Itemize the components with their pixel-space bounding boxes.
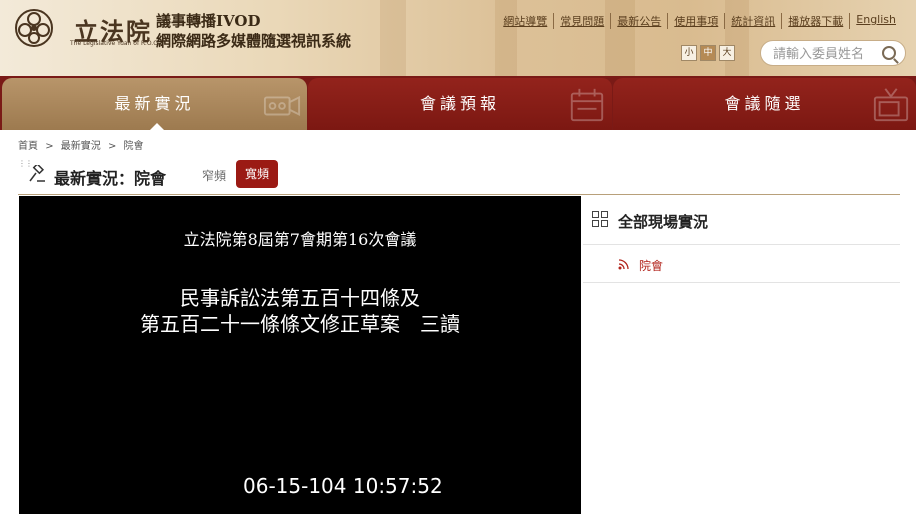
tab-live-label: 最新實況 xyxy=(114,94,195,113)
link-faq[interactable]: 常見問題 xyxy=(553,13,610,29)
top-links: 網站導覽 常見問題 最新公告 使用事項 統計資訊 播放器下載 English xyxy=(497,13,902,29)
link-latest-news[interactable]: 最新公告 xyxy=(610,13,667,29)
search-icon[interactable] xyxy=(882,46,896,60)
member-search-input[interactable] xyxy=(771,44,880,64)
page-heading: ⋮⋮ 最新實況：院會 窄頻 寬頻 xyxy=(18,158,900,195)
breadcrumb-latest-live[interactable]: 最新實況 xyxy=(61,141,101,152)
breadcrumb-home[interactable]: 首頁 xyxy=(18,141,38,152)
live-video-player[interactable]: 立法院第8屆第7會期第16次會議 民事訴訟法第五百十四條及 第五百二十一條條文修… xyxy=(19,196,581,514)
font-size-switcher: 小 中 大 xyxy=(681,45,735,61)
header-decor-pillar xyxy=(380,0,406,76)
site-header: 立法院 The Legislative Yuan of R.O.C 議事轉播IV… xyxy=(0,0,916,76)
link-player-download[interactable]: 播放器下載 xyxy=(781,13,849,29)
video-caption-bill-line1: 民事訴訟法第五百十四條及 xyxy=(180,286,420,310)
breadcrumb-current: 院會 xyxy=(123,141,144,152)
seal-logo-icon xyxy=(15,9,53,47)
link-usage[interactable]: 使用事項 xyxy=(667,13,724,29)
font-size-large[interactable]: 大 xyxy=(719,45,735,61)
member-search xyxy=(760,40,906,66)
tab-meeting-preview[interactable]: 會議預報 xyxy=(308,78,612,130)
breadcrumb-separator: > xyxy=(107,141,117,152)
logo-english-name: The Legislative Yuan of R.O.C xyxy=(70,40,158,47)
active-tab-indicator xyxy=(150,123,164,130)
system-title-line1: 議事轉播IVOD xyxy=(156,12,261,30)
header-decor-pillar xyxy=(605,0,635,76)
header-decor-pillar xyxy=(495,0,517,76)
gavel-icon xyxy=(29,165,45,182)
tab-meeting-preview-label: 會議預報 xyxy=(419,94,500,113)
sidebar-item-plenary[interactable]: 院會 xyxy=(583,245,900,283)
font-size-medium[interactable]: 中 xyxy=(700,45,716,61)
system-title-line2: 網際網路多媒體隨選視訊系統 xyxy=(156,32,352,50)
main-nav: 最新實況 會議預報 會議隨選 xyxy=(0,76,916,130)
narrowband-button[interactable]: 窄頻 xyxy=(202,167,226,184)
grid-icon xyxy=(592,211,608,227)
tab-meeting-on-demand[interactable]: 會議隨選 xyxy=(613,78,916,130)
header-decor-pillar xyxy=(725,0,749,76)
video-timestamp: 06-15-104 10:57:52 xyxy=(243,474,443,498)
video-caption-session: 立法院第8屆第7會期第16次會議 xyxy=(183,230,417,249)
tab-live[interactable]: 最新實況 xyxy=(2,78,307,130)
page-title: 最新實況：院會 xyxy=(54,169,167,188)
video-caption-bill-line2: 第五百二十一條條文修正草案 三讀 xyxy=(140,312,460,336)
link-statistics[interactable]: 統計資訊 xyxy=(724,13,781,29)
sidebar-title: 全部現場實況 xyxy=(618,213,709,231)
calendar-icon xyxy=(570,88,604,122)
breadcrumb: 首頁 > 最新實況 > 院會 xyxy=(18,137,148,152)
tab-meeting-on-demand-label: 會議隨選 xyxy=(724,94,805,113)
live-broadcast-icon xyxy=(618,259,629,270)
breadcrumb-separator: > xyxy=(45,141,54,152)
sidebar-item-label: 院會 xyxy=(639,259,664,273)
camera-icon xyxy=(263,95,301,117)
font-size-small[interactable]: 小 xyxy=(681,45,697,61)
link-english[interactable]: English xyxy=(849,13,902,29)
sidebar-header: 全部現場實況 xyxy=(583,196,900,245)
link-site-map[interactable]: 網站導覽 xyxy=(497,13,553,29)
broadband-button[interactable]: 寬頻 xyxy=(236,160,278,188)
tv-icon xyxy=(873,88,909,122)
